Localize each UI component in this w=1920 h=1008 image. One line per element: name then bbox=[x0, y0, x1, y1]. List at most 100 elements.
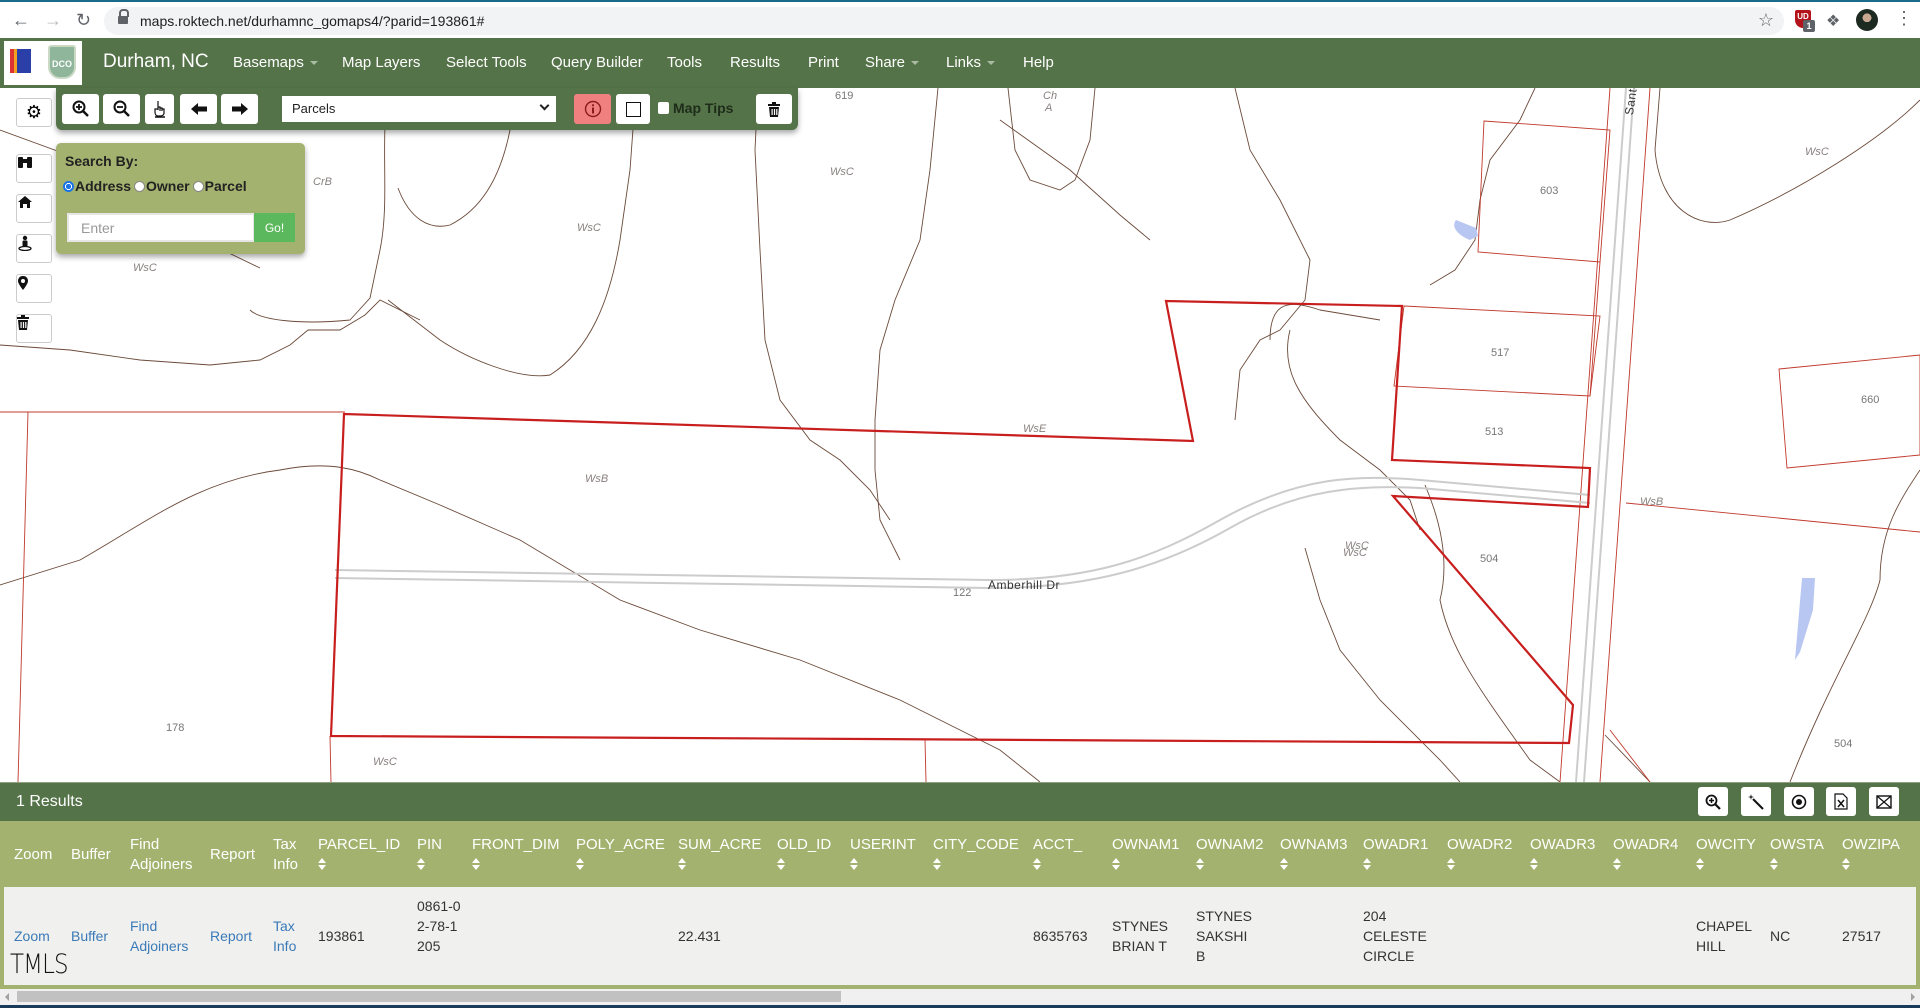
extensions-puzzle-icon[interactable]: ❖ bbox=[1826, 11, 1840, 31]
sort-icon bbox=[1696, 858, 1704, 872]
magic-wand-icon bbox=[1748, 793, 1764, 810]
soil-boundary bbox=[1654, 88, 1920, 223]
row-buffer-link[interactable]: Buffer bbox=[71, 926, 108, 946]
search-input[interactable]: Enter bbox=[67, 213, 255, 242]
radio-parcel-label[interactable]: Parcel bbox=[205, 178, 247, 194]
soil-label: A bbox=[1045, 102, 1053, 114]
home-icon bbox=[18, 196, 32, 208]
col-sum-acre[interactable]: SUM_ACRE bbox=[678, 835, 761, 872]
menu-help[interactable]: Help bbox=[1023, 54, 1054, 71]
col-ownam2[interactable]: OWNAM2 bbox=[1196, 835, 1264, 872]
back-icon[interactable]: ← bbox=[12, 10, 30, 31]
next-extent-button[interactable] bbox=[221, 94, 258, 124]
export-excel-button[interactable] bbox=[1826, 787, 1856, 816]
email-results-button[interactable] bbox=[1869, 787, 1899, 816]
results-zoom-button[interactable] bbox=[1698, 787, 1728, 816]
radio-parcel[interactable] bbox=[192, 180, 204, 192]
col-userint[interactable]: USERINT bbox=[850, 835, 916, 872]
excel-export-icon bbox=[1834, 793, 1848, 810]
address-bar[interactable]: maps.roktech.net/durhamnc_gomaps4/?parid… bbox=[104, 7, 1784, 35]
email-icon bbox=[1876, 794, 1892, 809]
menu-results[interactable]: Results bbox=[730, 54, 780, 71]
row-find-adjoiners-link[interactable]: Find Adjoiners bbox=[130, 916, 200, 956]
col-owadr4[interactable]: OWADR4 bbox=[1613, 835, 1678, 872]
clear-graphics-button[interactable] bbox=[16, 314, 52, 343]
radio-address-label[interactable]: Address bbox=[75, 178, 131, 194]
results-count: 1 Results bbox=[16, 793, 83, 810]
soil-label: WsC bbox=[577, 222, 601, 234]
col-owadr1[interactable]: OWADR1 bbox=[1363, 835, 1428, 872]
soil-boundary bbox=[0, 465, 1041, 782]
map-tips-checkbox[interactable] bbox=[658, 102, 669, 114]
extension-badge: 1 bbox=[1803, 20, 1815, 32]
identify-button[interactable] bbox=[574, 94, 611, 124]
col-pin[interactable]: PIN bbox=[417, 835, 442, 872]
map-tips-label: Map Tips bbox=[673, 100, 734, 116]
results-magic-button[interactable] bbox=[1741, 787, 1771, 816]
results-target-button[interactable] bbox=[1784, 787, 1814, 816]
col-old-id[interactable]: OLD_ID bbox=[777, 835, 831, 872]
sort-icon bbox=[1196, 858, 1204, 872]
menu-tools[interactable]: Tools bbox=[667, 54, 702, 71]
col-ownam1[interactable]: OWNAM1 bbox=[1112, 835, 1180, 872]
radio-owner-label[interactable]: Owner bbox=[146, 178, 190, 194]
col-owzipa[interactable]: OWZIPA bbox=[1842, 835, 1900, 872]
parcel-boundary bbox=[1559, 88, 1611, 782]
scroll-right-icon[interactable] bbox=[1911, 993, 1915, 1001]
sort-icon bbox=[777, 858, 785, 872]
chevron-down-icon bbox=[539, 100, 550, 111]
select-box-button[interactable] bbox=[616, 94, 650, 124]
col-acct[interactable]: ACCT_ bbox=[1033, 835, 1082, 872]
col-city-code[interactable]: CITY_CODE bbox=[933, 835, 1019, 872]
radio-address[interactable] bbox=[63, 180, 74, 192]
col-front-dim[interactable]: FRONT_DIM bbox=[472, 835, 560, 872]
row-tax-info-link[interactable]: Tax Info bbox=[273, 916, 303, 956]
col-poly-acre[interactable]: POLY_ACRE bbox=[576, 835, 665, 872]
home-extent-button[interactable] bbox=[16, 194, 52, 223]
profile-avatar[interactable] bbox=[1856, 9, 1878, 31]
scrollbar-thumb[interactable] bbox=[17, 991, 841, 1002]
map-tips-toggle[interactable]: Map Tips bbox=[658, 100, 733, 116]
row-report-link[interactable]: Report bbox=[210, 926, 252, 946]
ublock-extension-icon[interactable]: UD 1 bbox=[1795, 10, 1815, 32]
radio-owner[interactable] bbox=[134, 180, 146, 192]
menu-print[interactable]: Print bbox=[808, 54, 839, 71]
col-owsta[interactable]: OWSTA bbox=[1770, 835, 1824, 872]
col-parcel-id[interactable]: PARCEL_ID bbox=[318, 835, 400, 872]
layer-select[interactable]: Parcels bbox=[282, 96, 556, 122]
col-ownam3[interactable]: OWNAM3 bbox=[1280, 835, 1348, 872]
bookmark-star-icon[interactable]: ☆ bbox=[1758, 10, 1774, 31]
menu-basemaps[interactable]: Basemaps bbox=[233, 54, 318, 71]
zoom-out-button[interactable] bbox=[103, 94, 140, 124]
browser-chrome: ← → ↻ maps.roktech.net/durhamnc_gomaps4/… bbox=[0, 0, 1920, 38]
menu-select-tools[interactable]: Select Tools bbox=[446, 54, 527, 71]
zoom-in-button[interactable] bbox=[62, 94, 99, 124]
horizontal-scrollbar[interactable] bbox=[0, 989, 1920, 1005]
parcel-number: 619 bbox=[835, 90, 854, 102]
menu-share[interactable]: Share bbox=[865, 54, 920, 71]
scroll-left-icon[interactable] bbox=[5, 993, 9, 1001]
col-owcity[interactable]: OWCITY bbox=[1696, 835, 1756, 872]
cell-owsta: NC bbox=[1770, 928, 1791, 944]
pan-button[interactable] bbox=[145, 94, 174, 124]
search-type-options: Address Owner Parcel bbox=[63, 178, 247, 194]
menu-query-builder[interactable]: Query Builder bbox=[551, 54, 643, 71]
reload-icon[interactable]: ↻ bbox=[76, 10, 91, 31]
street-view-button[interactable] bbox=[16, 234, 52, 263]
row-zoom-link[interactable]: Zoom bbox=[14, 926, 50, 946]
previous-extent-button[interactable] bbox=[180, 94, 217, 124]
menu-links[interactable]: Links bbox=[946, 54, 996, 71]
search-tool-button[interactable] bbox=[16, 154, 52, 183]
search-panel: Search By: Address Owner Parcel Enter Go… bbox=[56, 143, 305, 254]
parcel-boundary bbox=[924, 739, 927, 782]
forward-icon[interactable]: → bbox=[44, 10, 62, 31]
col-owadr2[interactable]: OWADR2 bbox=[1447, 835, 1512, 872]
cell-owcity: CHAPEL HILL bbox=[1696, 918, 1752, 954]
location-button[interactable] bbox=[16, 274, 52, 303]
settings-button[interactable]: ⚙ bbox=[16, 98, 52, 127]
go-button[interactable]: Go! bbox=[254, 213, 295, 242]
browser-menu-icon[interactable]: ⋮ bbox=[1895, 8, 1913, 29]
clear-selection-button[interactable] bbox=[756, 94, 792, 124]
col-owadr3[interactable]: OWADR3 bbox=[1530, 835, 1595, 872]
menu-map-layers[interactable]: Map Layers bbox=[342, 54, 420, 71]
